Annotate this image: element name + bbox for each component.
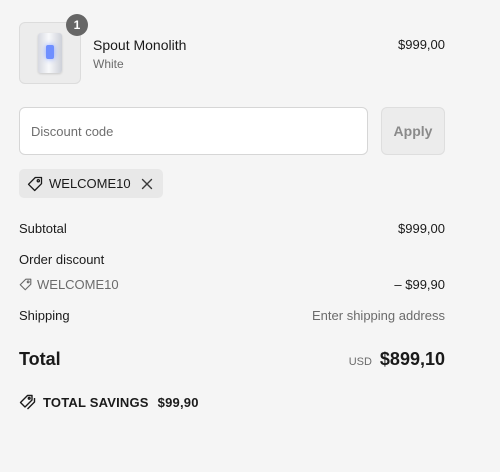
savings-label: TOTAL SAVINGS <box>43 394 149 410</box>
total-amount-group: USD $899,10 <box>349 349 445 370</box>
order-discount-label: Order discount <box>19 252 105 267</box>
line-item: 1 Spout Monolith White $999,00 <box>19 14 445 84</box>
product-name: Spout Monolith <box>93 37 187 53</box>
currency-code: USD <box>348 356 372 368</box>
applied-discount-chip: WELCOME10 <box>19 169 163 198</box>
quantity-badge: 1 <box>66 14 88 36</box>
total-savings: TOTAL SAVINGS $99,90 <box>19 394 199 410</box>
shipping-row: Shipping Enter shipping address <box>19 308 445 324</box>
remove-discount-icon[interactable] <box>141 178 153 190</box>
total-label: Total <box>19 349 61 369</box>
product-variant: White <box>93 57 124 71</box>
discount-value: – $99,90 <box>394 277 445 292</box>
applied-code-label: WELCOME10 <box>49 176 131 191</box>
shipping-label: Shipping <box>19 308 70 323</box>
discount-code-input[interactable] <box>19 107 368 155</box>
subtotal-label: Subtotal <box>19 221 67 236</box>
tag-icon <box>27 176 43 192</box>
apply-button[interactable]: Apply <box>381 107 445 155</box>
total-amount: $899,10 <box>379 349 445 369</box>
discount-code-text: WELCOME10 <box>37 277 119 292</box>
tag-icon <box>19 278 32 291</box>
order-discount-row: Order discount <box>19 252 445 268</box>
shipping-value: Enter shipping address <box>312 308 445 323</box>
product-price: $999,00 <box>398 37 445 52</box>
savings-value: $99,90 <box>157 394 199 410</box>
product-device-image <box>38 33 62 73</box>
discount-detail-row: WELCOME10 – $99,90 <box>19 277 445 293</box>
subtotal-value: $999,00 <box>398 221 445 236</box>
total-row: Total USD $899,10 <box>19 349 445 373</box>
tags-icon <box>19 394 36 410</box>
discount-code-line: WELCOME10 <box>19 277 119 292</box>
subtotal-row: Subtotal $999,00 <box>19 221 445 237</box>
